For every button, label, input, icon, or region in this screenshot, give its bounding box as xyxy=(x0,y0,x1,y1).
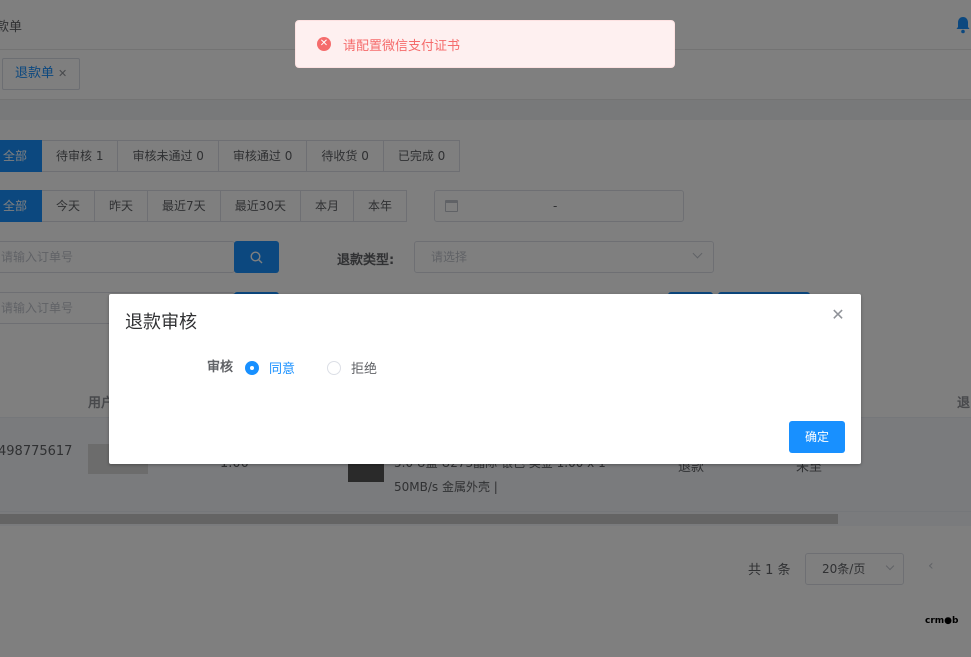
radio-agree[interactable]: 同意 xyxy=(245,358,295,377)
radio-reject-dot xyxy=(327,360,341,375)
confirm-button[interactable]: 确定 xyxy=(789,421,845,453)
radio-agree-label: 同意 xyxy=(269,362,296,377)
radio-reject-label: 拒绝 xyxy=(351,362,378,377)
error-toast: ✕ 请配置微信支付证书 xyxy=(295,20,675,68)
refund-review-dialog: 退款审核 ✕ 审核 同意 拒绝 确定 xyxy=(109,294,861,464)
close-icon[interactable]: ✕ xyxy=(831,307,845,323)
error-icon: ✕ xyxy=(317,37,331,51)
radio-reject[interactable]: 拒绝 xyxy=(327,358,377,377)
review-field-label: 审核 xyxy=(207,360,234,375)
radio-agree-dot xyxy=(245,360,259,375)
toast-message: 请配置微信支付证书 xyxy=(343,38,461,54)
dialog-title: 退款审核 xyxy=(125,312,197,333)
